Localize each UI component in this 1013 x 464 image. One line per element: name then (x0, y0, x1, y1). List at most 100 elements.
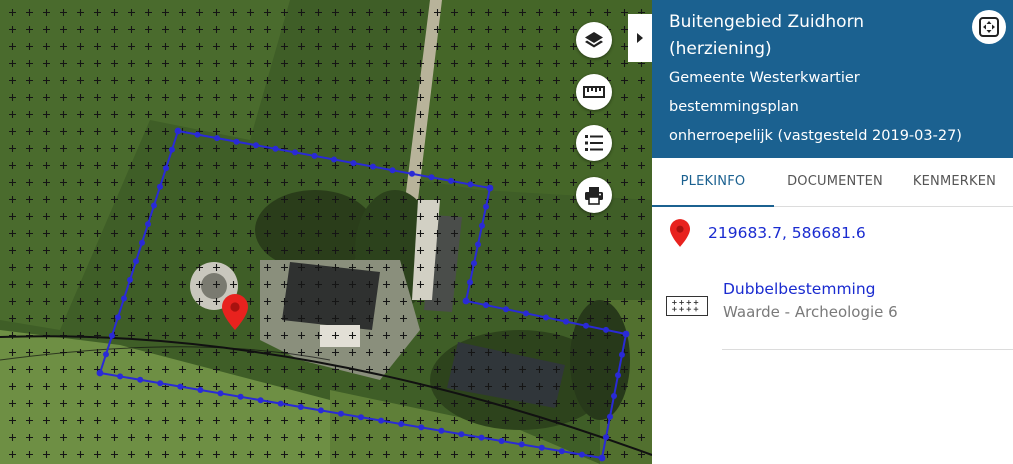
boundary-vertex (603, 434, 609, 441)
boundary-vertex (583, 322, 589, 329)
boundary-vertex (563, 318, 569, 325)
boundary-vertex (458, 431, 465, 438)
boundary-vertex (398, 421, 405, 427)
boundary-vertex (292, 149, 298, 156)
boundary-vertex (157, 380, 164, 387)
boundary-vertex (277, 400, 284, 407)
boundary-vertex (338, 410, 344, 417)
fullscreen-icon (979, 17, 999, 37)
caret-right-icon (637, 33, 643, 43)
boundary-vertex (350, 160, 357, 167)
boundary-vertex (483, 203, 489, 210)
boundary-vertex (518, 441, 525, 448)
boundary-vertex (479, 222, 485, 229)
boundary-vertex (483, 302, 489, 309)
boundary-vertex (409, 170, 415, 177)
boundary-vertex (538, 444, 545, 451)
boundary-vertex (378, 417, 385, 424)
tab-plekinfo[interactable]: PLEKINFO (652, 158, 774, 207)
layers-button[interactable] (576, 22, 612, 58)
boundary-vertex (438, 427, 445, 434)
boundary-vertex (272, 145, 279, 152)
map-view[interactable] (0, 0, 652, 464)
boundary-vertex (133, 258, 139, 265)
boundary-vertex (418, 424, 425, 431)
boundary-vertex (297, 404, 304, 410)
boundary-vertex (503, 306, 509, 313)
boundary-vertex (163, 165, 169, 172)
panel-toggle-button[interactable] (628, 14, 652, 62)
list-icon (585, 135, 603, 151)
print-button[interactable] (576, 177, 612, 213)
boundary-vertex (467, 181, 474, 188)
boundary-vertex (151, 202, 157, 209)
boundary-vertex (486, 184, 494, 192)
boundary-vertex (109, 332, 115, 339)
boundary-vertex (462, 297, 470, 305)
boundary-vertex (475, 241, 481, 248)
boundary-vertex (331, 156, 337, 163)
boundary-vertex (117, 373, 124, 380)
boundary-vertex (448, 177, 454, 184)
boundary-vertex (139, 239, 145, 246)
plan-type: bestemmingsplan (669, 99, 799, 115)
boundary-vertex (498, 438, 505, 444)
boundary-vertex (478, 434, 485, 441)
boundary-vertex (622, 330, 630, 338)
legend-button[interactable] (576, 125, 612, 161)
boundary-vertex (121, 295, 127, 302)
boundary-vertex (217, 390, 224, 397)
boundary-vertex (169, 146, 175, 153)
boundary-vertex (237, 393, 244, 400)
boundary-vertex (558, 448, 565, 455)
boundary-vertex (127, 276, 133, 283)
boundary-vertex (619, 351, 625, 358)
map-marker-icon (222, 294, 248, 330)
panel-tabs: PLEKINFO DOCUMENTEN KENMERKEN (652, 158, 1013, 207)
boundary-vertex (311, 152, 318, 159)
location-info: 219683.7, 586681.6 (652, 214, 1013, 258)
boundary-vertex (578, 451, 585, 458)
boundary-vertex (103, 351, 109, 358)
fullscreen-button[interactable] (972, 10, 1006, 44)
bestemming-subtitle: Waarde - Archeologie 6 (723, 303, 898, 321)
boundary-vertex (611, 393, 617, 399)
coordinates-link[interactable]: 219683.7, 586681.6 (708, 224, 866, 242)
boundary-vertex (177, 383, 184, 390)
boundary-vertex (358, 414, 364, 421)
dubbelbestemming-pattern-icon (666, 296, 708, 316)
plan-gemeente: Gemeente Westerkwartier (669, 70, 860, 86)
info-panel: Buitengebied Zuidhorn (herziening) Gemee… (652, 0, 1013, 464)
boundary-vertex (543, 314, 549, 321)
bestemming-item: Dubbelbestemming Waarde - Archeologie 6 (652, 276, 1013, 350)
boundary-vertex (197, 387, 204, 393)
boundary-vertex (137, 376, 144, 383)
boundary-vertex (467, 279, 473, 286)
tab-documenten[interactable]: DOCUMENTEN (774, 158, 896, 206)
plan-title: Buitengebied Zuidhorn (herziening) (669, 12, 865, 59)
boundary-vertex (598, 454, 606, 462)
aerial-photo (0, 0, 652, 464)
boundary-vertex (253, 142, 259, 149)
printer-icon (585, 186, 603, 205)
boundary-vertex (317, 407, 324, 414)
boundary-vertex (174, 127, 182, 135)
tab-kenmerken[interactable]: KENMERKEN (896, 158, 1013, 206)
boundary-vertex (615, 372, 621, 379)
divider (722, 349, 1013, 350)
boundary-vertex (214, 135, 220, 142)
boundary-vertex (257, 397, 264, 404)
boundary-vertex (471, 260, 477, 267)
boundary-vertex (157, 183, 163, 190)
boundary-vertex (523, 310, 529, 317)
map-marker-icon (670, 219, 690, 247)
boundary-vertex (145, 221, 151, 228)
boundary-vertex (96, 369, 104, 377)
plan-header: Buitengebied Zuidhorn (herziening) Gemee… (652, 0, 1013, 158)
boundary-vertex (389, 167, 396, 174)
measure-button[interactable] (576, 74, 612, 110)
boundary-vertex (194, 131, 201, 138)
bestemming-link[interactable]: Dubbelbestemming (723, 280, 876, 298)
ruler-icon (583, 86, 605, 98)
boundary-vertex (607, 413, 613, 420)
